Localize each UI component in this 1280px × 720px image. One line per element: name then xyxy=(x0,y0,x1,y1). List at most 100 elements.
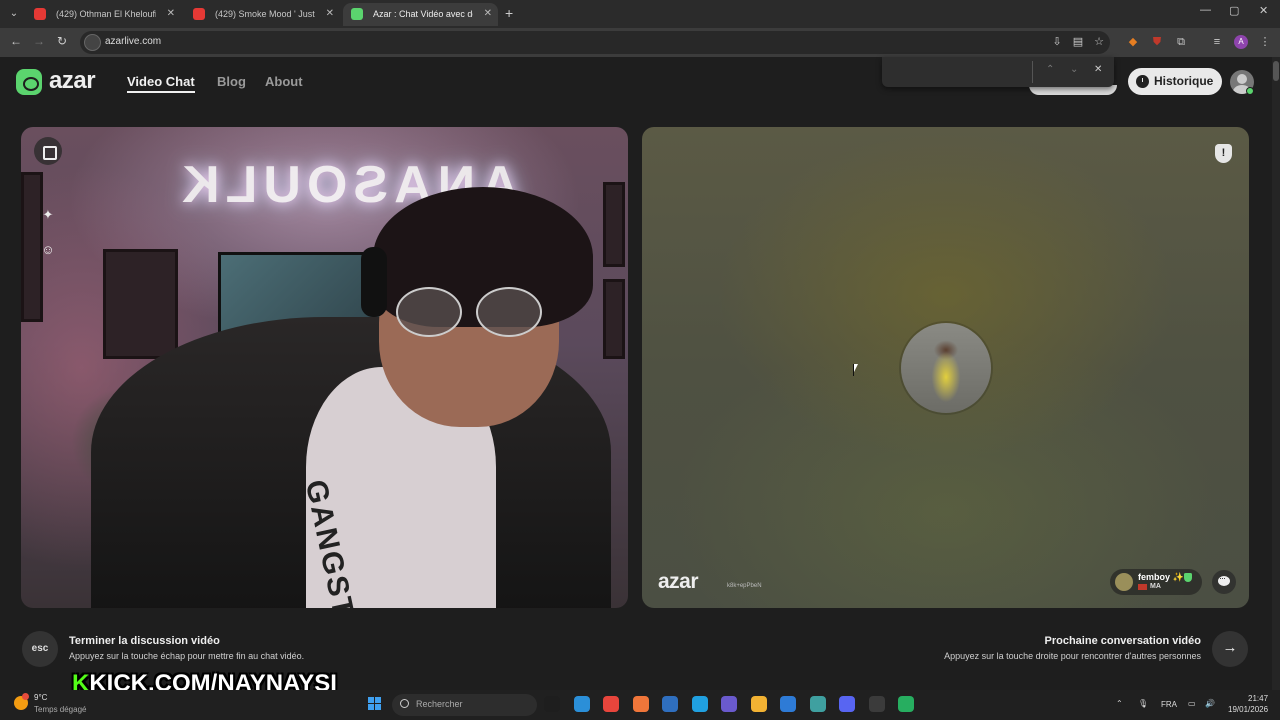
forward-icon[interactable]: → xyxy=(33,34,45,48)
mouse-cursor xyxy=(853,364,858,376)
browser-tab[interactable]: (429) Othman El Kheloufi - Le p ✕ xyxy=(26,3,181,26)
tab-search-icon[interactable]: ⌄ xyxy=(6,6,22,22)
file-explorer-icon[interactable] xyxy=(544,696,560,712)
expand-icon[interactable] xyxy=(34,137,62,165)
sunglasses xyxy=(396,287,546,337)
minimize-button[interactable]: — xyxy=(1200,4,1211,16)
network-icon[interactable]: ▭ xyxy=(1188,699,1196,708)
azar-favicon-icon xyxy=(351,8,363,20)
edge-icon[interactable] xyxy=(573,696,590,712)
find-next-icon[interactable]: ⌄ xyxy=(1070,64,1078,75)
remote-user-name: femboy ✨ xyxy=(1138,572,1184,582)
nav-blog[interactable]: Blog xyxy=(217,74,246,89)
find-divider xyxy=(1032,61,1033,83)
nav-video-chat[interactable]: Video Chat xyxy=(127,74,195,93)
esc-key-button[interactable]: esc xyxy=(22,631,58,667)
notification-badge xyxy=(22,693,29,700)
reload-icon[interactable]: ↻ xyxy=(57,34,67,48)
chat-bubble-icon[interactable] xyxy=(1212,570,1236,594)
mail-icon[interactable] xyxy=(780,696,796,712)
azar-page: azar Video Chat Blog About ⌃ ⌄ ✕ Histori… xyxy=(0,57,1280,697)
find-close-icon[interactable]: ✕ xyxy=(1094,64,1102,75)
wall-art-frame xyxy=(603,279,625,359)
end-chat-subtitle: Appuyez sur la touche échap pour mettre … xyxy=(69,651,305,661)
volume-icon[interactable]: 🔊 xyxy=(1205,699,1215,708)
tab-title: Azar : Chat Vidéo avec de n xyxy=(373,9,473,19)
historique-button[interactable]: Historique xyxy=(1128,68,1223,95)
site-info-icon[interactable] xyxy=(84,34,101,51)
install-app-icon[interactable]: ⇩ xyxy=(1050,35,1064,49)
browser-menu-icon[interactable]: ⋮ xyxy=(1258,35,1272,49)
remote-user-avatar xyxy=(1115,573,1133,591)
end-chat-title: Terminer la discussion vidéo xyxy=(69,635,220,647)
terminal-icon[interactable] xyxy=(898,696,914,712)
local-video-panel: ANASOULK GANGST ✦ ☺ xyxy=(21,127,628,608)
browser-tab[interactable]: (429) Smoke Mood ' Just Relax ✕ xyxy=(185,3,340,26)
youtube-icon xyxy=(193,8,205,20)
weather-temp: 9°C xyxy=(34,693,48,702)
remote-user-chip[interactable]: femboy ✨ MA xyxy=(1110,569,1202,595)
video-tools: ✦ ☺ xyxy=(33,137,63,265)
watermark-id: k8k+epPbeN xyxy=(727,583,762,589)
close-tab-icon[interactable]: ✕ xyxy=(167,3,175,25)
tab-title: (429) Othman El Kheloufi - Le p xyxy=(56,9,156,19)
face-filter-icon[interactable]: ☺ xyxy=(36,238,60,262)
next-chat-subtitle: Appuyez sur la touche droite pour rencon… xyxy=(944,651,1201,661)
firefox-icon[interactable] xyxy=(632,696,649,712)
obs-icon[interactable] xyxy=(868,696,885,712)
search-placeholder: Rechercher xyxy=(416,699,463,709)
windows-taskbar: 9°C Temps dégagé Rechercher ⌃ 🎙 FRA ▭ 🔊 … xyxy=(0,690,1280,720)
app-icon[interactable] xyxy=(809,696,826,712)
extensions-puzzle-icon[interactable]: ⧉ xyxy=(1174,35,1188,49)
scrollbar-thumb[interactable] xyxy=(1273,61,1279,81)
browser-tab-active[interactable]: Azar : Chat Vidéo avec de n ✕ xyxy=(343,3,498,26)
nav-about[interactable]: About xyxy=(265,74,303,89)
discord-icon[interactable] xyxy=(839,696,855,712)
new-tab-button[interactable]: + xyxy=(505,5,513,21)
teams-icon[interactable] xyxy=(721,696,737,712)
remote-video-panel: ! azar k8k+epPbeN femboy ✨ MA xyxy=(642,127,1249,608)
clock-time[interactable]: 21:47 xyxy=(1248,694,1268,703)
vpn-icon[interactable] xyxy=(691,696,708,712)
verified-shield-icon xyxy=(1184,573,1192,582)
profile-avatar[interactable]: A xyxy=(1234,35,1248,49)
logo-text: azar xyxy=(49,67,96,94)
next-arrow-button[interactable]: → xyxy=(1212,631,1248,667)
page-scrollbar[interactable] xyxy=(1272,57,1280,690)
reading-mode-icon[interactable]: ▤ xyxy=(1071,35,1085,49)
store-icon[interactable] xyxy=(662,696,678,712)
find-previous-icon[interactable]: ⌃ xyxy=(1046,64,1054,75)
azar-watermark: azar xyxy=(658,570,699,593)
microphone-icon[interactable]: 🎙 xyxy=(1138,699,1148,708)
wall-art-frame xyxy=(103,249,178,359)
maximize-button[interactable]: ▢ xyxy=(1229,4,1239,17)
media-controls-icon[interactable]: ≡ xyxy=(1210,35,1224,49)
youtube-icon xyxy=(34,8,46,20)
chrome-icon[interactable] xyxy=(603,696,619,712)
next-chat-title: Prochaine conversation vidéo xyxy=(1044,635,1202,647)
tray-chevron-icon[interactable]: ⌃ xyxy=(1116,699,1123,708)
find-input[interactable] xyxy=(888,61,1030,83)
search-icon xyxy=(400,699,409,708)
extension-fox-icon[interactable]: ◆ xyxy=(1126,35,1140,49)
extension-shield-icon[interactable]: ⛊ xyxy=(1150,35,1164,49)
language-indicator[interactable]: FRA xyxy=(1161,700,1177,709)
wall-art-frame xyxy=(603,182,625,267)
online-status-dot xyxy=(1246,87,1254,95)
browser-tab-strip: ⌄ (429) Othman El Kheloufi - Le p ✕ (429… xyxy=(0,0,1280,28)
bookmark-star-icon[interactable]: ☆ xyxy=(1092,35,1106,49)
taskbar-search[interactable]: Rechercher xyxy=(392,694,537,716)
magic-wand-icon[interactable]: ✦ xyxy=(36,203,60,227)
url-text: azarlive.com xyxy=(105,36,162,47)
address-bar[interactable]: azarlive.com ⇩ ▤ ☆ xyxy=(80,31,1110,54)
close-window-button[interactable]: ✕ xyxy=(1259,4,1268,17)
close-tab-icon[interactable]: ✕ xyxy=(484,3,492,25)
close-tab-icon[interactable]: ✕ xyxy=(326,3,334,25)
folder-icon[interactable] xyxy=(750,696,767,712)
remote-user-country: MA xyxy=(1150,583,1161,590)
clock-date[interactable]: 19/01/2026 xyxy=(1228,705,1268,714)
windows-start-icon[interactable] xyxy=(368,697,382,711)
report-shield-icon[interactable]: ! xyxy=(1215,144,1232,163)
azar-logo-icon xyxy=(16,69,42,95)
back-icon[interactable]: ← xyxy=(10,34,22,48)
